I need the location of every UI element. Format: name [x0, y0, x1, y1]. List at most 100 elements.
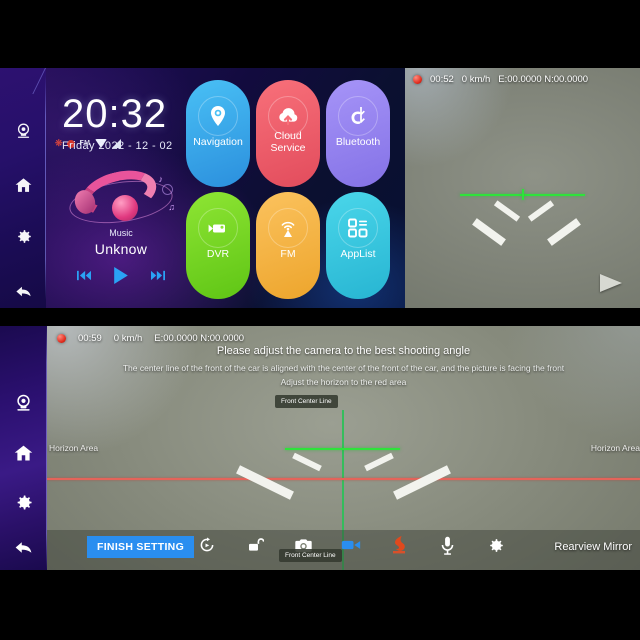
lock-toggle-button[interactable]	[245, 534, 265, 556]
sidebar-item-home[interactable]	[0, 434, 47, 472]
sidebar-item-camera[interactable]	[0, 384, 47, 422]
tile-label: DVR	[206, 248, 230, 260]
video-record-icon	[341, 540, 361, 550]
tile-label: AppList	[340, 248, 376, 260]
osd-time: 00:52	[430, 74, 454, 85]
lane-mark	[364, 452, 394, 472]
osd-speed: 0 km/h	[113, 333, 143, 344]
front-center-line-tag-bottom: Front Center Line	[279, 549, 342, 562]
gear-icon	[489, 538, 503, 552]
osd-time: 00:59	[78, 333, 102, 344]
lane-mark	[236, 465, 294, 500]
play-arrow-icon[interactable]	[600, 274, 622, 292]
music-widget[interactable]: ♪ ♫ Music Unknow	[60, 163, 182, 284]
top-screen-capture: ❊ FM 20:32 Friday 2022 - 12 - 02 ♪ ♫ Mus…	[0, 68, 640, 308]
horizon-area-label-left: Horizon Area	[49, 443, 99, 453]
unlock-icon	[249, 538, 264, 551]
horizontal-guide-line	[285, 448, 400, 450]
bottom-screen-capture: 00:59 0 km/h E:00.0000 N:00.0000 Please …	[0, 326, 640, 570]
back-arrow-icon	[15, 541, 32, 553]
sidebar-item-camera[interactable]	[0, 114, 46, 148]
sidebar-item-settings[interactable]	[0, 483, 47, 521]
rearview-mirror-label: Rearview Mirror	[554, 541, 632, 553]
clock-date: Friday 2022 - 12 - 02	[62, 140, 173, 152]
next-track-button[interactable]	[151, 270, 165, 281]
tile-label: Bluetooth	[335, 136, 381, 148]
sidebar-item-settings[interactable]	[0, 219, 46, 253]
microphone-icon	[441, 536, 453, 555]
app-tile-grid: Navigation Cloud Service Bluetooth DVR F…	[186, 80, 396, 299]
emergency-button[interactable]	[389, 534, 409, 556]
osd-coords: E:00.0000 N:00.0000	[154, 333, 245, 344]
record-indicator-icon	[57, 334, 66, 343]
tile-cloud-service[interactable]: Cloud Service	[256, 80, 320, 187]
center-tick	[522, 189, 524, 200]
screen-root: ❊ FM 20:32 Friday 2022 - 12 - 02 ♪ ♫ Mus…	[0, 0, 640, 640]
clock-widget: 20:32 Friday 2022 - 12 - 02	[62, 94, 173, 152]
gear-icon	[17, 495, 32, 509]
calibration-hint-title: Please adjust the camera to the best sho…	[216, 345, 471, 357]
camera-osd-top: 00:52 0 km/h E:00.0000 N:00.0000	[413, 74, 588, 85]
launcher-home-screen: ❊ FM 20:32 Friday 2022 - 12 - 02 ♪ ♫ Mus…	[0, 68, 405, 308]
lane-mark	[472, 218, 506, 246]
back-arrow-icon	[15, 286, 31, 296]
calibration-hint-line2: Adjust the horizon to the red area	[280, 377, 407, 387]
bluetooth-icon: ❊	[55, 138, 62, 148]
horizon-area-label-right: Horizon Area	[590, 443, 640, 453]
horizon-area-line	[47, 478, 640, 480]
tile-navigation[interactable]: Navigation	[186, 80, 250, 187]
rotate-icon	[200, 537, 214, 552]
finish-setting-button[interactable]: FINISH SETTING	[87, 536, 195, 558]
lane-mark	[292, 452, 322, 472]
osd-speed: 0 km/h	[461, 74, 491, 85]
tile-fm[interactable]: FM	[256, 192, 320, 299]
tile-label: Cloud Service	[270, 130, 306, 154]
music-track-title: Unknow	[94, 241, 148, 257]
camera-icon	[17, 123, 29, 138]
play-button[interactable]	[113, 267, 129, 284]
calibration-hint-line1: The center line of the front of the car …	[122, 363, 565, 373]
music-controls	[60, 267, 182, 284]
record-indicator-icon	[413, 75, 422, 84]
toolbar-icon-group	[197, 534, 505, 556]
tile-label: FM	[280, 248, 296, 260]
emergency-lock-icon	[393, 536, 405, 554]
cloud-upload-icon	[279, 108, 298, 126]
video-camera-icon	[208, 224, 225, 233]
settings-button[interactable]	[485, 534, 505, 556]
camera-calibration-view: 00:59 0 km/h E:00.0000 N:00.0000 Please …	[47, 326, 640, 570]
clock-time: 20:32	[62, 92, 168, 136]
lane-mark	[547, 218, 581, 246]
camera-preview-top: 00:52 0 km/h E:00.0000 N:00.0000	[405, 68, 640, 308]
map-pin-icon	[211, 106, 225, 126]
headphones-icon: ♪ ♫	[65, 163, 177, 230]
tile-label: Navigation	[193, 136, 243, 148]
app-grid-icon	[348, 218, 368, 238]
camera-icon	[17, 394, 30, 411]
previous-track-button[interactable]	[77, 270, 91, 281]
video-record-button[interactable]	[341, 534, 361, 556]
lane-mark	[527, 200, 555, 222]
microphone-button[interactable]	[437, 534, 457, 556]
sidebar-item-back[interactable]	[0, 528, 47, 566]
calibration-toolbar: FINISH SETTING Front Center Line Rearvie…	[47, 530, 640, 570]
tile-dvr[interactable]: DVR	[186, 192, 250, 299]
front-center-line-tag-top: Front Center Line	[275, 395, 338, 408]
tile-applist[interactable]: AppList	[326, 192, 390, 299]
sidebar-item-home[interactable]	[0, 168, 46, 202]
camera-osd-bottom: 00:59 0 km/h E:00.0000 N:00.0000	[57, 333, 244, 344]
bluetooth-icon	[351, 107, 365, 124]
camera-setting-sidebar	[0, 326, 47, 570]
osd-coords: E:00.0000 N:00.0000	[498, 74, 589, 85]
launcher-sidebar	[0, 68, 46, 308]
lane-mark	[393, 465, 451, 500]
home-icon	[14, 445, 33, 460]
lane-mark	[493, 200, 521, 222]
sidebar-item-back[interactable]	[0, 274, 46, 308]
gear-icon	[17, 229, 31, 243]
home-icon	[15, 177, 31, 192]
music-label: Music	[109, 228, 133, 238]
rotate-button[interactable]	[197, 534, 217, 556]
tile-bluetooth[interactable]: Bluetooth	[326, 80, 390, 187]
sidebar-edge-slant	[19, 68, 46, 94]
